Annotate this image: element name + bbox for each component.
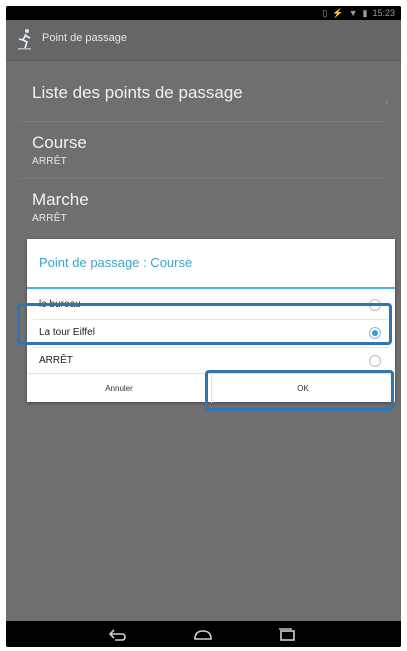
cancel-button[interactable]: Annuler	[27, 374, 212, 403]
recent-apps-icon[interactable]	[276, 625, 298, 643]
chevron-right-icon: ›	[384, 93, 389, 109]
divider	[33, 347, 389, 348]
list-item-marche[interactable]: Marche ARRÊT	[6, 179, 401, 235]
status-icons: ▯ ⚡ ▼ ▮ 15:23	[322, 6, 395, 20]
list-item-label: Course	[32, 133, 87, 152]
wifi-icon: ▼	[348, 8, 358, 18]
option-label: ARRÊT	[39, 355, 73, 366]
highlight-ok-button	[205, 370, 394, 411]
list-item-value: ARRÊT	[32, 213, 67, 224]
device-frame: ▯ ⚡ ▼ ▮ 15:23 Point de passage Liste des…	[6, 6, 401, 647]
runner-icon[interactable]	[16, 28, 34, 50]
page-title: Point de passage	[42, 32, 128, 44]
signal-icon: ▯	[322, 8, 328, 18]
home-icon[interactable]	[192, 625, 214, 643]
dialog-title: Point de passage : Course	[39, 255, 193, 270]
list-item-waypoints[interactable]: Liste des points de passage ›	[6, 61, 401, 121]
list-item-label: Liste des points de passage	[32, 83, 243, 102]
status-bar: ▯ ⚡ ▼ ▮ 15:23	[6, 6, 401, 20]
action-bar: Point de passage	[6, 20, 401, 61]
list-item-course[interactable]: Course ARRÊT	[6, 122, 401, 178]
highlight-selected-option	[17, 303, 392, 345]
app-screen: Point de passage Liste des points de pas…	[6, 20, 401, 621]
radio-button[interactable]	[369, 355, 381, 367]
navigation-bar	[6, 621, 401, 647]
list-item-value: ARRÊT	[32, 156, 67, 167]
alarm-icon: ⚡	[332, 8, 344, 18]
dialog-title-divider	[27, 287, 395, 289]
list-item-label: Marche	[32, 190, 89, 209]
battery-icon: ▮	[362, 8, 368, 18]
back-icon[interactable]	[106, 625, 128, 643]
status-time: 15:23	[372, 8, 395, 18]
